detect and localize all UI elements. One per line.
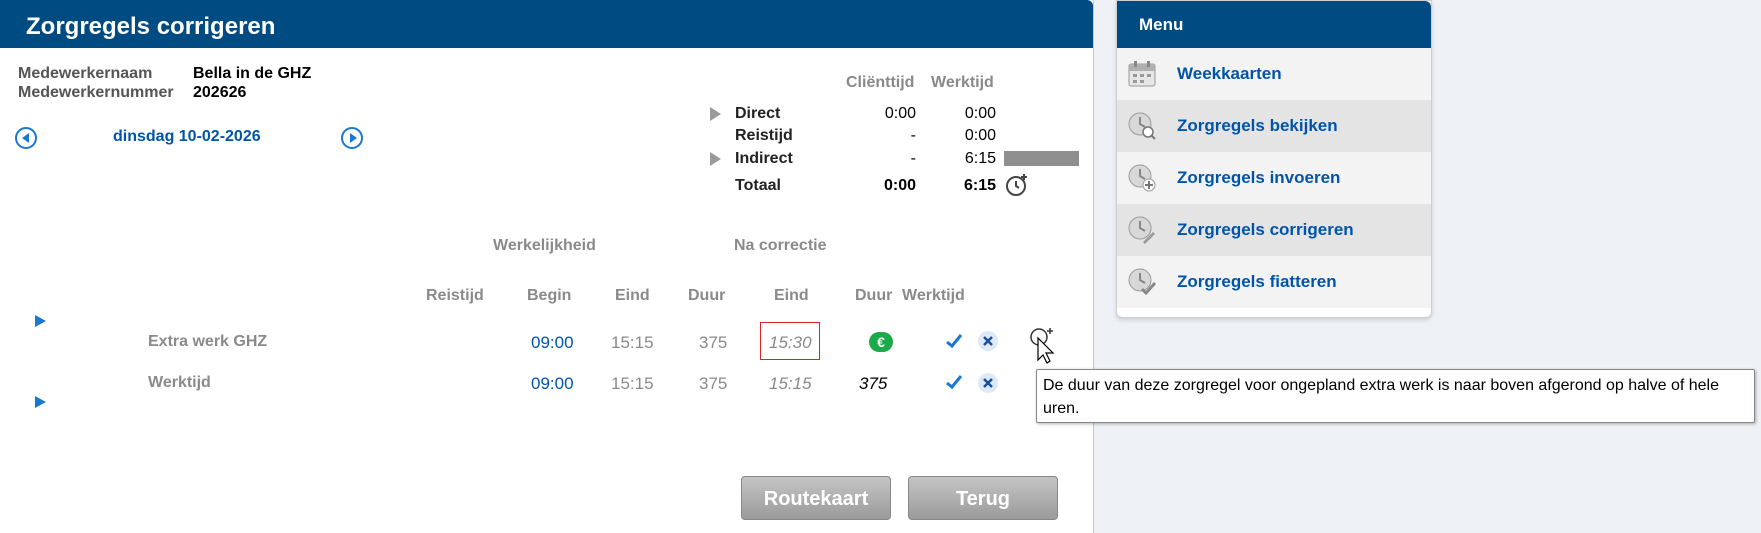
summary-total-work: 6:15 — [963, 177, 996, 194]
approve-clock-icon — [1128, 268, 1157, 296]
summary-direct-work: 0:00 — [964, 105, 996, 122]
employee-name: Bella in de GHZ — [193, 65, 312, 82]
summary-travel-work: 0:00 — [964, 127, 996, 144]
row-name: Werktijd — [148, 374, 211, 391]
terug-button[interactable]: Terug — [908, 476, 1058, 520]
row-begin[interactable]: 09:00 — [531, 374, 574, 394]
row-end: 15:15 — [611, 374, 654, 393]
col-end-header: Eind — [615, 287, 650, 304]
reject-cross-icon[interactable] — [977, 372, 999, 394]
edit-clock-icon — [1128, 216, 1155, 244]
employee-name-label: Medewerkernaam — [18, 65, 153, 82]
summary-work-header: Werktijd — [931, 74, 994, 91]
add-time-icon[interactable] — [1004, 172, 1030, 198]
calendar-icon — [1128, 61, 1156, 87]
page-title: Zorgregels corrigeren — [26, 13, 276, 40]
summary-client-header: Cliënttijd — [846, 74, 915, 91]
sidebar-item-label: Zorgregels invoeren — [1177, 168, 1341, 187]
sidebar-item-weekkaarten[interactable]: Weekkaarten — [1117, 48, 1431, 100]
group-correction-header: Na correctie — [734, 237, 827, 254]
cursor-icon — [1030, 328, 1055, 364]
next-day-button[interactable] — [341, 127, 363, 149]
add-clock-icon — [1128, 164, 1156, 192]
col-duration-header: Duur — [688, 287, 726, 304]
col-corr-end-header: Eind — [774, 287, 809, 304]
sidebar-item-zorgregels-bekijken[interactable]: Zorgregels bekijken — [1117, 100, 1431, 152]
current-date-link[interactable]: dinsdag 10-02-2026 — [113, 128, 261, 146]
row-corr-duration: 375 — [859, 374, 888, 393]
summary-indirect-client: - — [910, 150, 916, 167]
sidebar-item-zorgregels-fiatteren[interactable]: Zorgregels fiatteren — [1117, 256, 1431, 308]
row-corr-end: 15:30 — [769, 333, 812, 352]
row-begin[interactable]: 09:00 — [531, 333, 574, 353]
expand-indirect-icon[interactable] — [710, 152, 721, 166]
previous-day-button[interactable] — [15, 127, 37, 149]
summary-travel-client: - — [910, 127, 916, 144]
menu-title: Menu — [1139, 15, 1184, 34]
col-corr-duration-header: Duur — [855, 287, 893, 304]
sidebar-item-label: Weekkaarten — [1177, 64, 1282, 83]
summary-indirect-work: 6:15 — [964, 150, 996, 167]
main-panel: Zorgregels corrigeren Medewerkernaam Bel… — [0, 0, 1094, 533]
row-corr-end: 15:15 — [769, 374, 812, 393]
reject-cross-icon[interactable] — [977, 330, 999, 352]
row-name: Extra werk GHZ — [148, 333, 268, 350]
summary-travel-label: Reistijd — [735, 127, 793, 144]
summary-direct-client: 0:00 — [884, 105, 916, 122]
sidebar-item-zorgregels-invoeren[interactable]: Zorgregels invoeren — [1117, 152, 1431, 204]
sidebar-item-label: Zorgregels fiatteren — [1177, 272, 1337, 291]
indirect-bar — [1004, 151, 1079, 166]
col-travel-header: Reistijd — [426, 287, 484, 304]
expand-row-group-icon[interactable] — [35, 396, 46, 408]
expand-direct-icon[interactable] — [710, 107, 721, 121]
sidebar-item-label: Zorgregels corrigeren — [1177, 220, 1354, 239]
row-end: 15:15 — [611, 333, 654, 352]
col-worktime-header: Werktijd — [902, 287, 965, 304]
sidebar-item-zorgregels-corrigeren[interactable]: Zorgregels corrigeren — [1117, 204, 1431, 256]
sidebar-item-label: Zorgregels bekijken — [1177, 116, 1338, 135]
euro-badge: € — [869, 332, 893, 352]
group-reality-header: Werkelijkheid — [493, 237, 596, 254]
col-begin-header: Begin — [527, 287, 572, 304]
routekaart-button[interactable]: Routekaart — [741, 476, 891, 520]
expand-row-group-icon[interactable] — [35, 315, 46, 327]
row-duration: 375 — [699, 374, 728, 393]
summary-total-client: 0:00 — [883, 177, 916, 194]
summary-indirect-label: Indirect — [735, 150, 793, 167]
approve-check-icon[interactable] — [944, 331, 964, 351]
summary-direct-label: Direct — [735, 105, 781, 122]
row-duration: 375 — [699, 333, 728, 352]
summary-total-label: Totaal — [735, 177, 781, 194]
sidebar-menu: Menu Weekkaarten Zorgregels bekijken Zor… — [1116, 0, 1432, 318]
employee-number-label: Medewerkernummer — [18, 84, 174, 101]
employee-number: 202626 — [193, 84, 247, 101]
duration-tooltip: De duur van deze zorgregel voor ongeplan… — [1036, 369, 1755, 423]
approve-check-icon[interactable] — [944, 372, 964, 392]
search-clock-icon — [1128, 112, 1156, 140]
